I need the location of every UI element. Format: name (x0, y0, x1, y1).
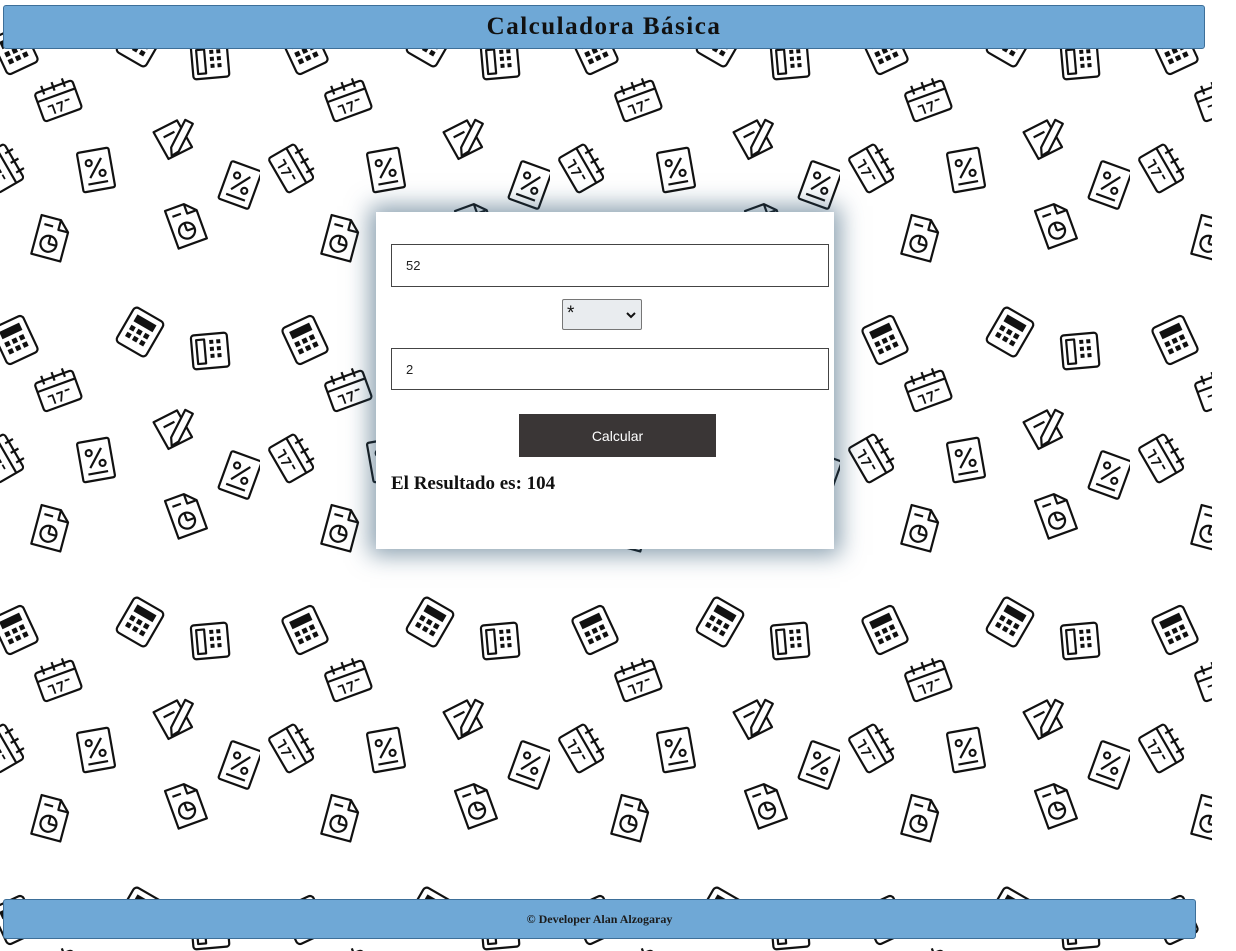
chevron-down-icon (626, 311, 636, 318)
second-number-input[interactable] (391, 348, 829, 390)
calculate-button[interactable]: Calcular (519, 414, 716, 457)
page-gutter (1212, 0, 1236, 951)
result-value: 104 (526, 473, 556, 494)
first-number-input[interactable] (391, 244, 829, 287)
page-title: Calculadora Básica (486, 13, 722, 40)
page-footer: © Developer Alan Alzogaray (3, 899, 1196, 939)
operator-value: * (567, 303, 575, 324)
footer-credit: © Developer Alan Alzogaray (526, 911, 673, 926)
operator-select[interactable]: * (562, 299, 642, 330)
result-label: El Resultado es: (391, 473, 527, 494)
calculator-card: * Calcular El Resultado es: 104 (376, 212, 834, 549)
page-header: Calculadora Básica (3, 5, 1205, 49)
result-text: El Resultado es: 104 (391, 473, 555, 495)
